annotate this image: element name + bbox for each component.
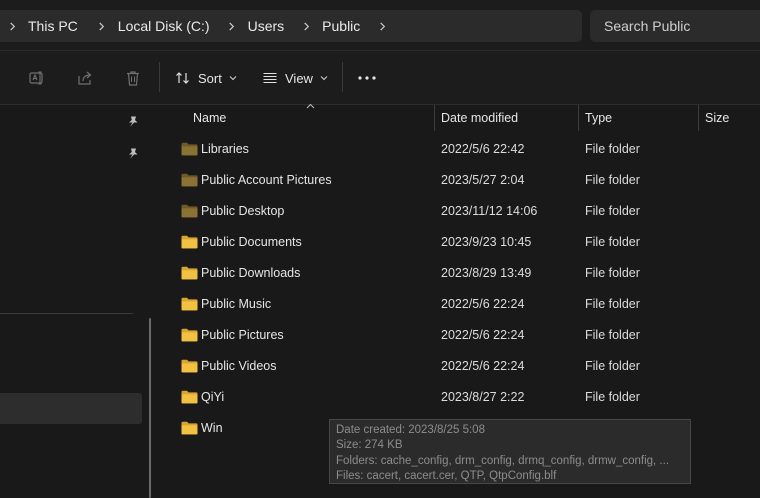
file-row[interactable]: Public Downloads 2023/8/29 13:49 File fold… — [160, 258, 760, 289]
breadcrumb-users[interactable]: Users — [248, 10, 285, 42]
chevron-down-icon — [320, 76, 328, 81]
file-type: File folder — [585, 235, 640, 249]
file-row[interactable]: Public Videos 2022/5/6 22:24 File folder — [160, 351, 760, 382]
navigation-pane — [0, 105, 160, 498]
file-name: Libraries — [201, 142, 249, 156]
chevron-right-icon[interactable] — [370, 10, 394, 42]
sort-button[interactable]: Sort — [175, 64, 237, 92]
nav-item-selected[interactable] — [0, 393, 142, 424]
folder-icon — [181, 390, 198, 404]
chevron-right-icon[interactable] — [90, 10, 114, 42]
file-name: Public Account Pictures — [201, 173, 332, 187]
file-type: File folder — [585, 390, 640, 404]
sort-label: Sort — [198, 70, 222, 86]
folder-icon — [181, 173, 198, 187]
folder-icon — [181, 204, 198, 218]
command-bar: Sort View — [0, 51, 760, 104]
folder-tooltip: Date created: 2023/8/25 5:08 Size: 274 K… — [329, 419, 691, 484]
tooltip-files: Files: cacert, cacert.cer, QTP, QtpConfi… — [336, 470, 557, 483]
file-type: File folder — [585, 297, 640, 311]
column-header-name[interactable]: Name — [193, 105, 433, 131]
rename-icon[interactable] — [24, 65, 50, 91]
file-row[interactable]: Public Music 2022/5/6 22:24 File folder — [160, 289, 760, 320]
column-separator[interactable] — [578, 105, 579, 131]
column-separator[interactable] — [698, 105, 699, 131]
address-bar[interactable]: This PC Local Disk (C:) Users Public — [0, 10, 582, 42]
file-date-modified: 2023/8/27 2:22 — [441, 390, 525, 404]
file-date-modified: 2023/9/23 10:45 — [441, 235, 532, 249]
pin-icon[interactable] — [126, 147, 140, 161]
pin-icon[interactable] — [126, 115, 140, 129]
file-type: File folder — [585, 173, 640, 187]
file-type: File folder — [585, 328, 640, 342]
column-header-size[interactable]: Size — [705, 105, 755, 131]
delete-icon[interactable] — [120, 65, 146, 91]
chevron-right-icon[interactable] — [0, 10, 24, 42]
column-separator[interactable] — [434, 105, 435, 131]
file-date-modified: 2022/5/6 22:42 — [441, 142, 525, 156]
column-header-type[interactable]: Type — [585, 105, 695, 131]
file-row[interactable]: Public Desktop 2023/11/12 14:06 File folde… — [160, 196, 760, 227]
file-name: Public Documents — [201, 235, 302, 249]
tooltip-folders: Folders: cache_config, drm_config, drmq_… — [336, 454, 670, 467]
view-label: View — [285, 70, 313, 86]
file-name: Public Music — [201, 297, 272, 311]
folder-icon — [181, 359, 198, 373]
file-name: QiYi — [201, 390, 225, 404]
file-date-modified: 2022/5/6 22:24 — [441, 328, 525, 342]
file-date-modified: 2023/11/12 14:06 — [441, 204, 538, 218]
chevron-right-icon[interactable] — [294, 10, 318, 42]
tooltip-size: Size: 274 KB — [336, 439, 403, 452]
view-icon — [263, 72, 277, 84]
nav-divider — [0, 313, 133, 314]
file-name: Public Downloads — [201, 266, 301, 280]
search-box[interactable] — [590, 10, 760, 42]
toolbar-separator — [342, 62, 343, 92]
file-date-modified: 2023/5/27 2:04 — [441, 173, 525, 187]
view-button[interactable]: View — [262, 64, 328, 92]
column-header-date-modified[interactable]: Date modified — [441, 105, 577, 131]
file-type: File folder — [585, 204, 640, 218]
file-row[interactable]: QiYi 2023/8/27 2:22 File folder — [160, 382, 760, 413]
toolbar-separator — [159, 62, 160, 92]
chevron-down-icon — [229, 76, 237, 81]
file-date-modified: 2023/8/29 13:49 — [441, 266, 532, 280]
nav-scrollbar[interactable] — [149, 318, 151, 498]
file-date-modified: 2022/5/6 22:24 — [441, 297, 525, 311]
file-type: File folder — [585, 142, 640, 156]
file-name: Public Desktop — [201, 204, 285, 218]
file-row[interactable]: Libraries 2022/5/6 22:42 File folder — [160, 134, 760, 165]
breadcrumb-local-disk[interactable]: Local Disk (C:) — [118, 10, 210, 42]
folder-icon — [181, 266, 198, 280]
folder-icon — [181, 297, 198, 311]
breadcrumb-public[interactable]: Public — [322, 10, 360, 42]
folder-icon — [181, 142, 198, 156]
breadcrumb-this-pc[interactable]: This PC — [28, 10, 78, 42]
file-row[interactable]: Public Pictures 2022/5/6 22:24 File folder — [160, 320, 760, 351]
folder-icon — [181, 235, 198, 249]
address-row: This PC Local Disk (C:) Users Public — [0, 0, 760, 50]
file-row[interactable]: Public Account Pictures 2023/5/27 2:04 Fil… — [160, 165, 760, 196]
share-icon[interactable] — [72, 65, 98, 91]
file-type: File folder — [585, 359, 640, 373]
file-type: File folder — [585, 266, 640, 280]
file-name: Public Videos — [201, 359, 277, 373]
more-icon[interactable] — [356, 67, 378, 89]
tooltip-date-created: Date created: 2023/8/25 5:08 — [336, 424, 485, 436]
folder-icon — [181, 421, 198, 435]
file-row[interactable]: Public Documents 2023/9/23 10:45 File fold… — [160, 227, 760, 258]
file-date-modified: 2022/5/6 22:24 — [441, 359, 525, 373]
folder-icon — [181, 328, 198, 342]
file-name: Win — [201, 421, 223, 435]
file-name: Public Pictures — [201, 328, 284, 342]
search-input[interactable] — [604, 18, 754, 34]
chevron-right-icon[interactable] — [220, 10, 244, 42]
sort-icon — [176, 72, 189, 84]
